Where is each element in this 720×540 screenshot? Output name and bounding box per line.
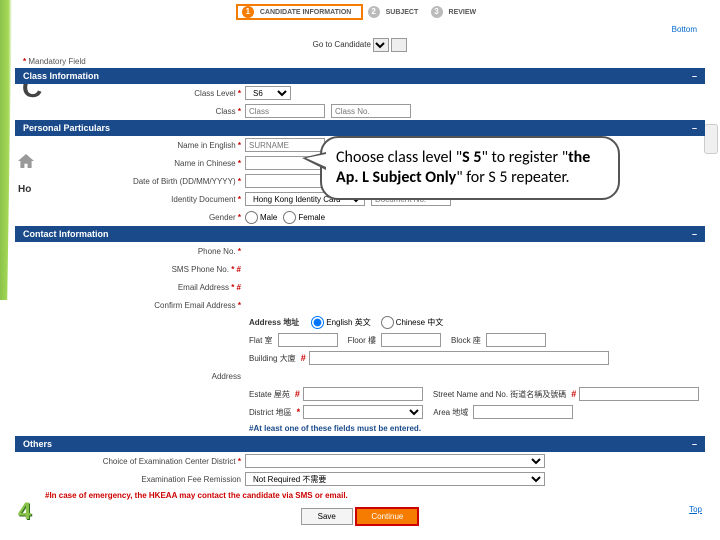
collapse-icon[interactable]: – <box>692 439 697 449</box>
collapse-icon[interactable]: – <box>692 71 697 81</box>
class-level-select[interactable]: S6 <box>245 86 291 100</box>
address-english-radio[interactable] <box>311 316 324 329</box>
address-chinese-radio[interactable] <box>381 316 394 329</box>
floor-input[interactable] <box>381 333 441 347</box>
confirm-email-label: Confirm Email Address <box>154 301 235 310</box>
section-contact: Contact Information – <box>15 226 705 242</box>
collapse-icon[interactable]: – <box>692 229 697 239</box>
identity-label: Identity Document <box>171 195 235 204</box>
step-1-label: CANDIDATE INFORMATION <box>254 8 358 17</box>
estate-input[interactable] <box>303 387 423 401</box>
name-english-label: Name in English <box>177 141 235 150</box>
decorative-edge <box>0 0 12 300</box>
instruction-callout: Choose class level "S 5" to register "th… <box>320 136 620 200</box>
class-label: Class <box>216 107 236 116</box>
phone-label: Phone No. <box>198 247 236 256</box>
area-input[interactable] <box>473 405 573 419</box>
step-indicator: 1CANDIDATE INFORMATION 2SUBJECT 3REVIEW <box>15 0 705 24</box>
step-1-number: 1 <box>242 6 254 18</box>
step-2-label: SUBJECT <box>380 8 425 17</box>
block-input[interactable] <box>486 333 546 347</box>
gender-label: Gender <box>209 213 236 222</box>
gender-male-radio[interactable] <box>245 211 258 224</box>
continue-button[interactable]: Continue <box>355 507 419 526</box>
save-button[interactable]: Save <box>301 508 353 525</box>
step-3-label: REVIEW <box>443 8 483 17</box>
section-class-info: Class Information – <box>15 68 705 84</box>
address-footnote: #At least one of these fields must be en… <box>15 421 705 436</box>
district-select[interactable] <box>303 405 423 419</box>
area-label: Area 地域 <box>433 407 468 418</box>
street-label: Street Name and No. 街道名稱及號碼 <box>433 389 566 400</box>
step-3-number: 3 <box>431 6 443 18</box>
address-lang-label: Address 地址 <box>249 318 299 327</box>
side-panel-stub <box>704 124 718 154</box>
bottom-link[interactable]: Bottom <box>15 24 705 35</box>
collapse-icon[interactable]: – <box>692 123 697 133</box>
emergency-note: #In case of emergency, the HKEAA may con… <box>15 488 705 503</box>
street-input[interactable] <box>579 387 699 401</box>
go-to-candidate-label: Go to Candidate <box>313 40 371 49</box>
flat-input[interactable] <box>278 333 338 347</box>
sms-phone-label: SMS Phone No. <box>172 265 229 274</box>
go-to-candidate-select[interactable] <box>373 38 389 52</box>
flat-label: Flat 室 <box>249 335 273 346</box>
dob-label: Date of Birth (DD/MM/YYYY) <box>133 177 236 186</box>
section-others: Others – <box>15 436 705 452</box>
exam-center-select[interactable] <box>245 454 545 468</box>
floor-label: Floor 樓 <box>348 335 376 346</box>
block-label: Block 座 <box>451 335 481 346</box>
building-input[interactable] <box>309 351 609 365</box>
class-level-label: Class Level <box>194 89 235 98</box>
surname-input[interactable] <box>245 138 325 152</box>
dob-input[interactable] <box>245 174 325 188</box>
class-no-input[interactable] <box>331 104 411 118</box>
name-chinese-label: Name in Chinese <box>174 159 235 168</box>
building-label: Building 大廈 <box>249 353 296 364</box>
gender-female-radio[interactable] <box>283 211 296 224</box>
estate-label: Estate 屋苑 <box>249 389 290 400</box>
exam-center-label: Choice of Examination Center District <box>103 457 236 466</box>
email-label: Email Address <box>178 283 229 292</box>
fee-remission-label: Examination Fee Remission <box>141 475 241 484</box>
district-label: District 地區 <box>249 407 292 418</box>
go-to-candidate-go-button[interactable] <box>391 38 407 52</box>
step-2-number: 2 <box>368 6 380 18</box>
class-input[interactable] <box>245 104 325 118</box>
fee-remission-select[interactable]: Not Required 不需要 <box>245 472 545 486</box>
address-label: Address <box>212 372 241 381</box>
section-personal: Personal Particulars – <box>15 120 705 136</box>
